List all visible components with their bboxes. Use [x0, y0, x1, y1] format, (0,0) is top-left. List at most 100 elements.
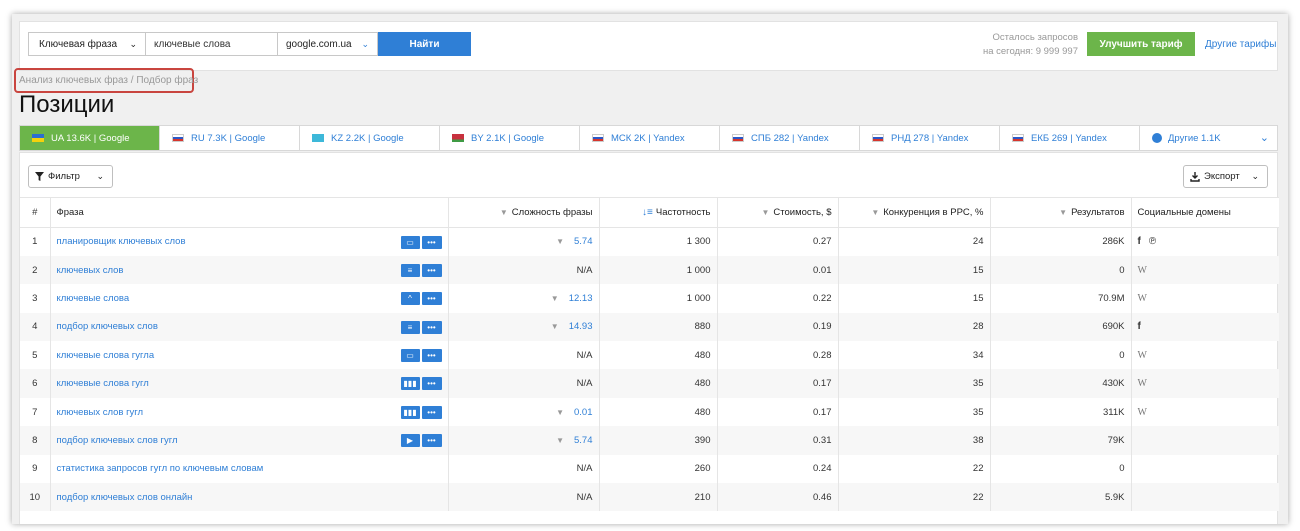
breadcrumb[interactable]: Анализ ключевых фраз / Подбор фраз: [19, 75, 198, 86]
search-bar: Ключевая фраза ⌄ google.com.ua ⌄ Найти О…: [19, 21, 1278, 71]
tab-1[interactable]: RU 7.3K | Google: [160, 126, 300, 150]
more-icon[interactable]: •••: [421, 292, 442, 306]
tab-8[interactable]: Другие 1.1K ⌄: [1140, 126, 1277, 150]
wikipedia-icon[interactable]: W: [1138, 378, 1147, 389]
phrase-link[interactable]: подбор ключевых слов гугл: [57, 435, 178, 446]
export-button[interactable]: Экспорт ⌄: [1183, 165, 1268, 188]
difficulty-value[interactable]: 14.93: [569, 321, 593, 332]
phrase-link[interactable]: подбор ключевых слов онлайн: [57, 492, 193, 503]
tab-5[interactable]: СПБ 282 | Yandex: [720, 126, 860, 150]
difficulty-value: N/A: [576, 463, 593, 475]
frequency-cell: 480: [599, 341, 718, 370]
chat-icon[interactable]: ▭: [400, 349, 420, 363]
wikipedia-icon[interactable]: W: [1138, 350, 1147, 361]
page-title: Позиции: [19, 91, 115, 118]
phrase-link[interactable]: ключевых слов гугл: [57, 407, 144, 418]
more-icon[interactable]: •••: [421, 434, 442, 448]
phrase-link[interactable]: ключевых слов: [57, 265, 124, 276]
video-icon[interactable]: ▶: [400, 434, 420, 448]
col-header-cost[interactable]: ▼ Стоимость, $: [717, 197, 839, 228]
difficulty-value[interactable]: 5.74: [574, 435, 593, 446]
phrase-link[interactable]: планировщик ключевых слов: [57, 236, 186, 247]
search-type-select[interactable]: Ключевая фраза ⌄: [28, 32, 146, 56]
competition-cell: 38: [838, 426, 991, 455]
col-header-phrase[interactable]: Фраза: [50, 197, 449, 228]
col-header-competition-label: Конкуренция в PPC, %: [883, 207, 984, 218]
difficulty-value[interactable]: 12.13: [569, 293, 593, 304]
table-row: 5 ключевые слова гугла ▭ ••• N/A 480 0.28 34 0 W: [20, 341, 1279, 370]
search-input[interactable]: [146, 32, 278, 56]
more-icon[interactable]: •••: [421, 405, 442, 419]
columns-icon[interactable]: ▮▮▮: [400, 377, 420, 391]
col-header-results-label: Результатов: [1071, 207, 1125, 218]
wikipedia-icon[interactable]: W: [1138, 407, 1147, 418]
difficulty-value[interactable]: 5.74: [574, 236, 593, 247]
facebook-icon[interactable]: f: [1138, 236, 1141, 247]
difficulty-value: N/A: [576, 378, 593, 390]
difficulty-value[interactable]: 0.01: [574, 407, 593, 418]
facebook-icon[interactable]: f: [1138, 321, 1141, 332]
serp-feature-icons: ▮▮▮ •••: [400, 377, 442, 391]
tab-6[interactable]: РНД 278 | Yandex: [860, 126, 1000, 150]
database-tabs: UA 13.6K | Google RU 7.3K | Google KZ 2.2K…: [19, 125, 1278, 151]
wikipedia-icon[interactable]: W: [1138, 265, 1147, 276]
tab-0[interactable]: UA 13.6K | Google: [20, 126, 160, 150]
phrase-link[interactable]: ключевые слова: [57, 293, 130, 304]
expand-triangle-icon[interactable]: ▼: [556, 408, 564, 417]
row-index: 1: [20, 227, 51, 256]
frequency-cell: 390: [599, 426, 718, 455]
tab-2[interactable]: KZ 2.2K | Google: [300, 126, 440, 150]
col-header-frequency[interactable]: ↓≡ Частотность: [599, 197, 718, 228]
upgrade-plan-button[interactable]: Улучшить тариф: [1087, 32, 1195, 56]
difficulty-cell: ▼ 12.13: [448, 284, 600, 313]
competition-cell: 28: [838, 312, 991, 342]
filter-button[interactable]: Фильтр ⌄: [28, 165, 113, 188]
expand-triangle-icon[interactable]: ▼: [556, 237, 564, 246]
expand-triangle-icon[interactable]: ▼: [556, 436, 564, 445]
pinterest-icon[interactable]: ℗: [1149, 236, 1156, 247]
list-icon[interactable]: ≡: [400, 320, 420, 334]
difficulty-cell: N/A: [448, 255, 600, 285]
serp-feature-icons: ▮▮▮ •••: [400, 405, 442, 419]
sort-icon: ▼: [499, 208, 508, 217]
phrase-link[interactable]: ключевые слова гугла: [57, 350, 155, 361]
serp-feature-icons: ▭ •••: [400, 349, 442, 363]
find-button[interactable]: Найти: [378, 32, 471, 56]
list-icon[interactable]: ≡: [400, 263, 420, 277]
columns-icon[interactable]: ▮▮▮: [400, 405, 420, 419]
col-header-competition[interactable]: ▼ Конкуренция в PPC, %: [838, 197, 991, 228]
expand-triangle-icon[interactable]: ▼: [551, 322, 559, 331]
chevron-down-icon[interactable]: ⌄: [1260, 131, 1269, 144]
col-header-results[interactable]: ▼ Результатов: [990, 197, 1132, 228]
more-icon[interactable]: •••: [421, 263, 442, 277]
tab-4[interactable]: МСК 2K | Yandex: [580, 126, 720, 150]
graduation-cap-icon[interactable]: ^: [400, 292, 420, 306]
other-plans-link[interactable]: Другие тарифы: [1205, 39, 1276, 50]
expand-triangle-icon[interactable]: ▼: [551, 294, 559, 303]
more-icon[interactable]: •••: [421, 349, 442, 363]
more-icon[interactable]: •••: [421, 377, 442, 391]
serp-feature-icons: ≡ •••: [400, 263, 442, 277]
results-cell: 70.9M: [990, 284, 1132, 313]
phrase-link[interactable]: ключевые слова гугл: [57, 378, 149, 389]
difficulty-cell: N/A: [448, 341, 600, 370]
frequency-cell: 1 300: [599, 227, 718, 256]
difficulty-value: N/A: [576, 264, 593, 276]
more-icon[interactable]: •••: [421, 320, 442, 334]
frequency-cell: 480: [599, 369, 718, 398]
row-index: 2: [20, 255, 51, 285]
sort-desc-icon: ↓≡: [642, 207, 653, 218]
chat-icon[interactable]: ▭: [400, 236, 420, 249]
social-cell: f: [1131, 312, 1279, 342]
flag-ru-icon: [732, 134, 744, 142]
social-cell: W: [1131, 255, 1279, 285]
tab-7[interactable]: ЕКБ 269 | Yandex: [1000, 126, 1140, 150]
col-header-difficulty[interactable]: ▼ Сложность фразы: [448, 197, 600, 228]
wikipedia-icon[interactable]: W: [1138, 293, 1147, 304]
phrase-link[interactable]: подбор ключевых слов: [57, 321, 158, 332]
tab-3[interactable]: BY 2.1K | Google: [440, 126, 580, 150]
frequency-cell: 1 000: [599, 255, 718, 285]
phrase-link[interactable]: статистика запросов гугл по ключевым сло…: [57, 463, 264, 474]
database-select[interactable]: google.com.ua ⌄: [278, 32, 378, 56]
more-icon[interactable]: •••: [421, 236, 442, 249]
